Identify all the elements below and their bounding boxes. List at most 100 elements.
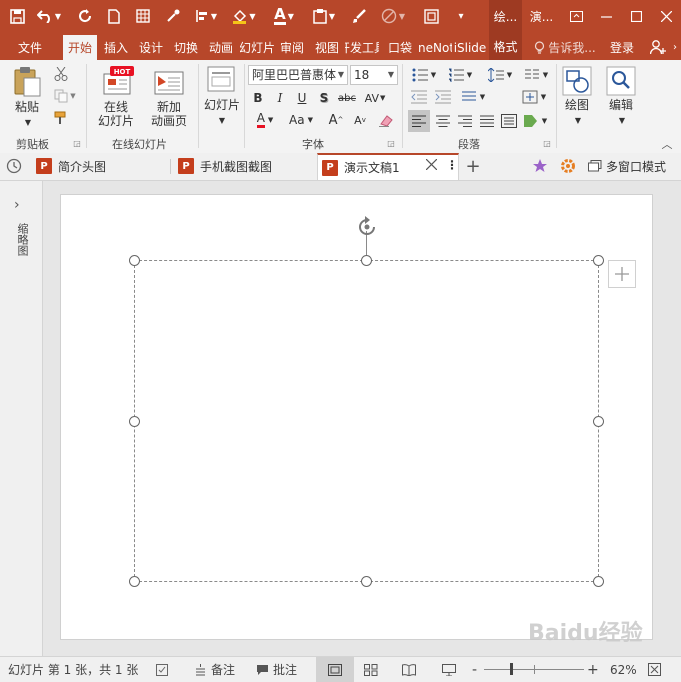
expand-panel-icon[interactable]: › (14, 197, 20, 213)
tab-onenote[interactable]: OneNote (418, 35, 452, 60)
slideshow-icon[interactable] (442, 657, 456, 682)
doc-tab-2[interactable]: P 手机截图截图 (178, 153, 308, 179)
strikethrough-button[interactable]: abc (336, 88, 358, 108)
layout-options-icon[interactable] (608, 260, 636, 288)
change-case-button[interactable]: Aa ▼ (284, 110, 318, 130)
resize-handle-ne[interactable] (593, 255, 604, 266)
paragraph-launcher-icon[interactable]: ◲ (542, 138, 552, 148)
decrease-indent-icon[interactable] (408, 87, 430, 107)
redo-icon[interactable] (74, 4, 96, 28)
tab-developer[interactable]: 开发工具 (345, 35, 379, 60)
tell-me-box[interactable]: 告诉我... (530, 35, 600, 60)
tab-pocket[interactable]: 口袋 (385, 35, 415, 60)
justify-icon[interactable] (476, 110, 498, 132)
zoom-slider[interactable] (484, 657, 584, 682)
drawing-dropdown[interactable]: ▼ (568, 114, 588, 128)
tab-home[interactable]: 开始 (63, 35, 97, 60)
maximize-icon[interactable] (621, 0, 651, 33)
tab-insert[interactable]: 插入 (99, 35, 133, 60)
tab-file[interactable]: 文件 (8, 35, 52, 60)
numbering-icon[interactable]: ▼ (444, 65, 476, 85)
close-tab-icon[interactable] (425, 158, 438, 173)
editing-button[interactable]: 编辑 (602, 98, 640, 112)
online-slides-icon[interactable]: HOT (100, 66, 136, 98)
slide-canvas[interactable] (60, 194, 653, 640)
tab-design[interactable]: 设计 (134, 35, 168, 60)
resize-handle-e[interactable] (593, 416, 604, 427)
select-icon[interactable] (420, 4, 442, 28)
doc-tab-1[interactable]: P 简介头图 (36, 153, 166, 179)
magic-icon[interactable] (530, 153, 550, 179)
grid-icon[interactable] (132, 4, 154, 28)
brush-icon[interactable] (348, 4, 370, 28)
close-icon[interactable] (651, 0, 681, 33)
zoom-out-button[interactable]: - (472, 657, 477, 682)
new-file-icon[interactable] (104, 4, 124, 28)
resize-handle-s[interactable] (361, 576, 372, 587)
selected-placeholder[interactable] (134, 260, 599, 582)
cut-icon[interactable] (50, 64, 72, 84)
reading-view-icon[interactable] (402, 657, 416, 682)
tab-slideshow[interactable]: 幻灯片 (240, 35, 274, 60)
grow-font-button[interactable]: A ^ (326, 110, 346, 130)
fit-slide-icon[interactable] (648, 657, 661, 682)
font-color-icon[interactable]: A ▼ (270, 4, 298, 28)
tab-review[interactable]: 审阅 (275, 35, 309, 60)
undo-icon[interactable]: ▼ (34, 4, 64, 28)
resize-handle-n[interactable] (361, 255, 372, 266)
ribbon-scroll-right[interactable]: › (670, 35, 680, 60)
tab-view[interactable]: 视图 (310, 35, 344, 60)
clear-format-icon[interactable] (376, 110, 396, 130)
login-button[interactable]: 登录 (604, 35, 640, 60)
drawing-button[interactable]: 绘图 (558, 98, 596, 112)
slides-dropdown[interactable]: ▼ (212, 114, 232, 128)
text-direction-icon[interactable]: ▼ (458, 87, 488, 107)
spellcheck-icon[interactable] (156, 657, 168, 682)
customize-qa-icon[interactable]: ▾ (454, 4, 468, 28)
font-launcher-icon[interactable]: ◲ (386, 138, 396, 148)
notes-button[interactable]: 备注 (194, 657, 235, 682)
editing-icon[interactable] (606, 66, 636, 96)
collapse-ribbon-icon[interactable]: ︿ (660, 138, 674, 151)
editing-dropdown[interactable]: ▼ (612, 114, 632, 128)
paste-dropdown[interactable]: ▼ (18, 116, 38, 130)
slides-button[interactable]: 幻灯片 (202, 98, 242, 112)
drawing-icon[interactable] (562, 66, 592, 96)
font-size-select[interactable]: 18 ▼ (350, 65, 398, 85)
font-name-select[interactable]: 阿里巴巴普惠体 ▼ (248, 65, 348, 85)
distributed-icon[interactable] (498, 110, 520, 132)
more-icon[interactable]: ⋮ (446, 158, 458, 172)
ribbon-display-icon[interactable] (561, 0, 591, 33)
rotate-handle-icon[interactable] (355, 215, 379, 242)
slide-info[interactable]: 幻灯片 第 1 张，共 1 张 (8, 657, 138, 682)
copy-icon[interactable]: ▼ (50, 86, 80, 106)
comments-button[interactable]: 批注 (256, 657, 297, 682)
paste-button-icon[interactable] (12, 66, 42, 98)
char-spacing-button[interactable]: AV ▼ (360, 88, 390, 108)
shape-icon[interactable]: ▼ (378, 4, 408, 28)
new-animation-page-button[interactable]: 新加 动画页 (142, 100, 196, 128)
align-text-icon[interactable]: ▼ (518, 87, 550, 107)
normal-view-icon[interactable] (316, 657, 354, 682)
shrink-font-button[interactable]: Av (350, 110, 370, 130)
share-user-icon[interactable] (646, 35, 670, 60)
resize-handle-sw[interactable] (129, 576, 140, 587)
bold-button[interactable]: B (248, 88, 268, 108)
columns-icon[interactable]: ▼ (520, 65, 552, 85)
save-icon[interactable] (6, 4, 28, 28)
resize-handle-w[interactable] (129, 416, 140, 427)
resize-handle-nw[interactable] (129, 255, 140, 266)
doc-tab-3-active[interactable]: P 演示文稿1 ⋮ (317, 153, 459, 180)
minimize-icon[interactable] (591, 0, 621, 33)
increase-indent-icon[interactable] (432, 87, 454, 107)
tab-animations[interactable]: 动画 (204, 35, 238, 60)
line-spacing-icon[interactable]: ▼ (484, 65, 516, 85)
tab-format[interactable]: 格式 (489, 33, 522, 60)
align-center-icon[interactable] (432, 110, 454, 132)
fill-icon[interactable]: ▼ (230, 4, 258, 28)
smartart-icon[interactable]: ▼ (520, 110, 550, 132)
paste-icon[interactable]: ▼ (310, 4, 338, 28)
align-left-icon[interactable] (408, 110, 430, 132)
align-icon[interactable]: ▼ (192, 4, 220, 28)
clipboard-launcher-icon[interactable]: ◲ (72, 138, 82, 148)
